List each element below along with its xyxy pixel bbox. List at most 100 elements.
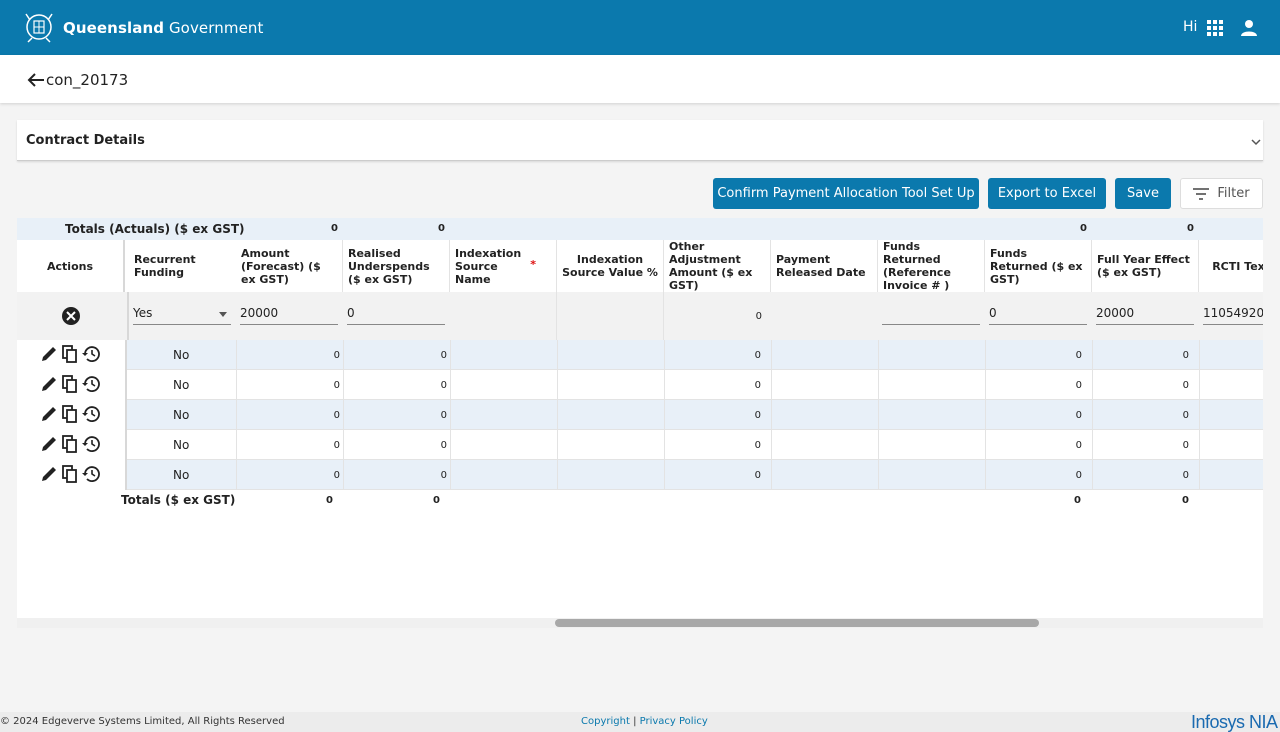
full-year-effect-cell: 0 (1182, 410, 1189, 421)
column-divider (1199, 340, 1200, 490)
realised-cell: 0 (440, 470, 447, 481)
totals-label: Totals ($ ex GST) (121, 493, 236, 507)
required-marker: * (530, 258, 536, 271)
column-header-other-adjustment[interactable]: Other Adjustment Amount ($ ex GST) (664, 240, 771, 292)
save-button[interactable]: Save (1115, 178, 1171, 209)
copyright-text: © 2024 Edgeverve Systems Limited, All Ri… (0, 716, 285, 727)
indexation-source-name-cell[interactable] (450, 292, 557, 340)
confirm-payment-allocation-button[interactable]: Confirm Payment Allocation Tool Set Up (713, 178, 979, 209)
copy-icon[interactable] (60, 434, 80, 454)
recurrent-funding-select[interactable]: Yes (133, 305, 231, 325)
column-divider (878, 340, 879, 490)
row-action-group (17, 370, 125, 400)
pencil-icon[interactable] (39, 434, 59, 454)
history-icon[interactable] (81, 404, 101, 424)
greeting: Hi (1183, 19, 1198, 35)
totals-actuals-value: 0 (438, 223, 445, 234)
page-title-bar: con_20173 (0, 55, 1280, 103)
column-header-funds-returned-reference[interactable]: Funds Returned (Reference Invoice # ) (878, 240, 985, 292)
recurrent-funding-cell: No (173, 348, 190, 362)
column-header-realised-underspends[interactable]: Realised Underspends ($ ex GST) (343, 240, 450, 292)
indexation-name-label: Indexation Source Name (455, 246, 522, 286)
other-adjustment-cell: 0 (754, 350, 761, 361)
totals-actuals-row: Totals (Actuals) ($ ex GST) 0 0 0 0 (17, 218, 1263, 240)
funds-returned-input[interactable]: 0 (989, 305, 1087, 325)
column-header-indexation-source-value[interactable]: Indexation Source Value % (557, 240, 664, 292)
column-header-indexation-source-name[interactable]: Indexation Source Name * (450, 240, 557, 292)
column-header-recurrent-funding[interactable]: Recurrent Funding (129, 240, 237, 292)
indexation-source-value-cell (557, 292, 664, 340)
realised-underspends-input[interactable]: 0 (347, 305, 445, 325)
history-icon[interactable] (81, 374, 101, 394)
pencil-icon[interactable] (39, 464, 59, 484)
recurrent-funding-cell: No (173, 408, 190, 422)
column-divider (664, 340, 665, 490)
amount-forecast-input[interactable]: 20000 (240, 305, 338, 325)
privacy-policy-link[interactable]: Privacy Policy (640, 716, 708, 727)
recurrent-funding-value: Yes (133, 306, 153, 320)
column-header-amount-forecast[interactable]: Amount (Forecast) ($ ex GST) (236, 240, 343, 292)
column-divider (771, 340, 772, 490)
infosys-nia-logo: Infosys NIA (1191, 712, 1278, 732)
totals-actuals-value: 0 (1080, 223, 1087, 234)
filter-label: Filter (1217, 186, 1250, 201)
history-icon[interactable] (81, 344, 101, 364)
filter-button[interactable]: Filter (1180, 178, 1263, 209)
footer-links: Copyright | Privacy Policy (581, 716, 708, 727)
full-year-effect-input[interactable]: 20000 (1096, 305, 1194, 325)
column-divider (1092, 340, 1093, 490)
arrow-left-icon[interactable] (27, 72, 45, 88)
realised-cell: 0 (440, 380, 447, 391)
history-icon[interactable] (81, 464, 101, 484)
copyright-link[interactable]: Copyright (581, 716, 630, 727)
row-action-group (17, 340, 125, 370)
column-divider (343, 340, 344, 490)
recurrent-funding-cell: No (173, 438, 190, 452)
contract-details-accordion[interactable]: Contract Details (17, 120, 1263, 161)
funds-returned-cell: 0 (1075, 470, 1082, 481)
chevron-down-icon[interactable] (1251, 138, 1261, 146)
cancel-circle-icon[interactable] (61, 306, 81, 326)
copy-icon[interactable] (60, 464, 80, 484)
rcti-input[interactable]: 110549201 (1203, 305, 1263, 325)
export-to-excel-button[interactable]: Export to Excel (988, 178, 1106, 209)
realised-cell: 0 (440, 410, 447, 421)
column-divider (236, 340, 237, 490)
amount-cell: 0 (333, 440, 340, 451)
totals-actuals-value: 0 (1187, 223, 1194, 234)
amount-cell: 0 (333, 470, 340, 481)
funds-returned-reference-input[interactable] (882, 305, 980, 325)
funds-returned-cell: 0 (1075, 440, 1082, 451)
column-header-full-year-effect[interactable]: Full Year Effect ($ ex GST) (1092, 240, 1199, 292)
pencil-icon[interactable] (39, 374, 59, 394)
history-icon[interactable] (81, 434, 101, 454)
brand-title: Queensland Government (63, 19, 264, 37)
row-action-group (17, 430, 125, 460)
recurrent-funding-cell: No (173, 468, 190, 482)
person-icon[interactable] (1239, 18, 1259, 38)
full-year-effect-cell: 0 (1182, 350, 1189, 361)
totals-value: 0 (433, 495, 440, 506)
totals-value: 0 (1182, 495, 1189, 506)
full-year-effect-cell: 0 (1182, 470, 1189, 481)
totals-actuals-value: 0 (331, 223, 338, 234)
other-adjustment-cell: 0 (754, 470, 761, 481)
pencil-icon[interactable] (39, 344, 59, 364)
column-divider (450, 340, 451, 490)
totals-value: 0 (1074, 495, 1081, 506)
column-header-payment-released-date[interactable]: Payment Released Date (771, 240, 878, 292)
realised-cell: 0 (440, 440, 447, 451)
totals-value: 0 (326, 495, 333, 506)
column-divider (125, 340, 127, 490)
grid-icon[interactable] (1207, 20, 1223, 36)
copy-icon[interactable] (60, 404, 80, 424)
pencil-icon[interactable] (39, 404, 59, 424)
column-divider (985, 340, 986, 490)
horizontal-scrollbar-thumb[interactable] (555, 619, 1039, 627)
caret-down-icon (219, 312, 227, 317)
copy-icon[interactable] (60, 374, 80, 394)
copy-icon[interactable] (60, 344, 80, 364)
column-header-funds-returned[interactable]: Funds Returned ($ ex GST) (985, 240, 1092, 292)
column-header-rcti[interactable]: RCTI Tex (1199, 240, 1263, 292)
other-adjustment-cell: 0 (754, 410, 761, 421)
